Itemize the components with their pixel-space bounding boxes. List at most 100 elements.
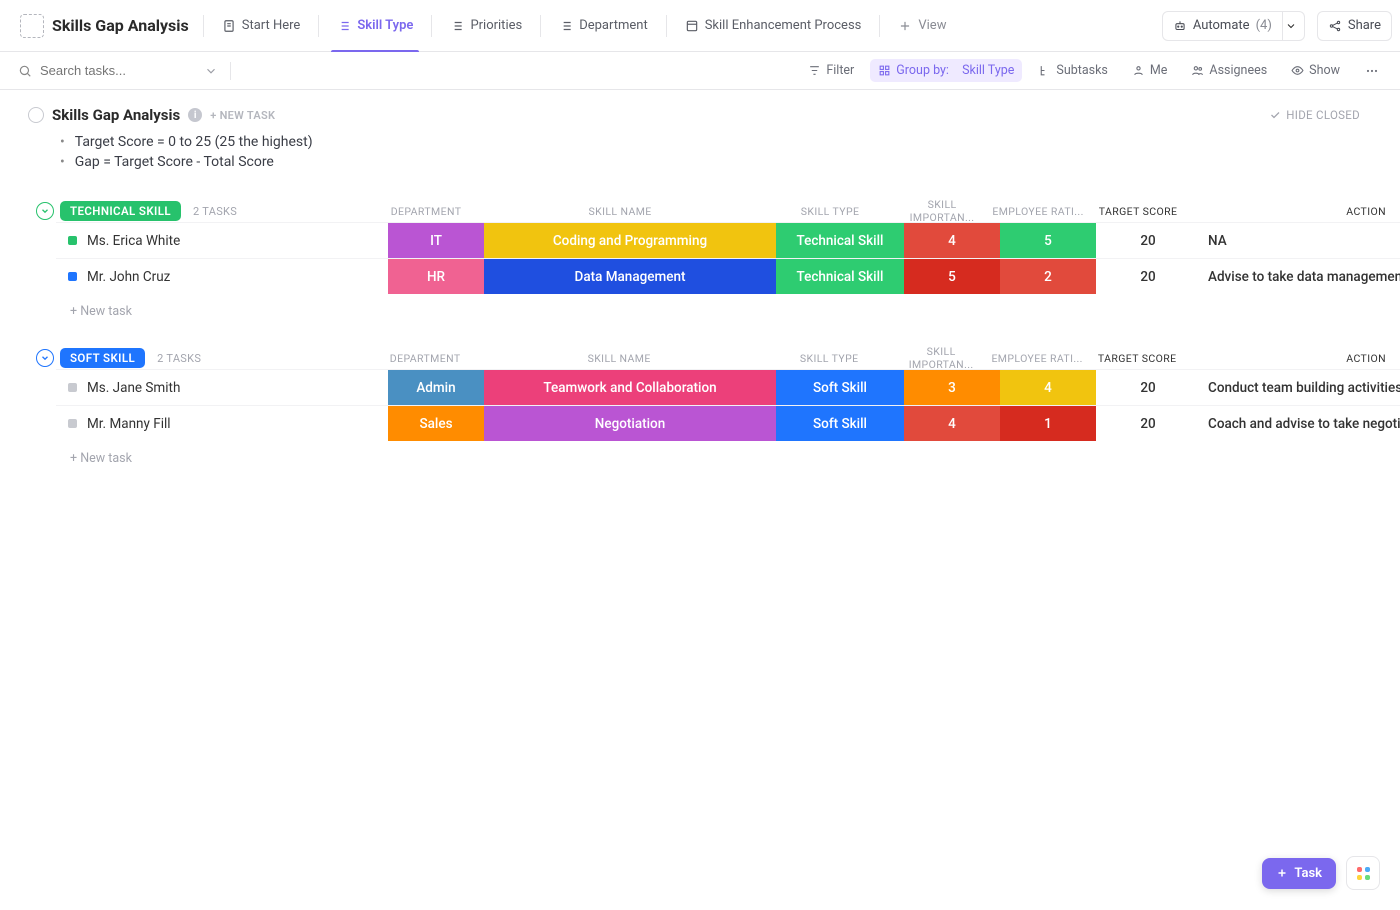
filter-icon <box>808 64 821 77</box>
col-department[interactable]: DEPARTMENT <box>377 352 473 365</box>
description-line: Gap = Target Score - Total Score <box>0 152 1400 172</box>
cell-employee-rating[interactable]: 1 <box>1000 406 1096 441</box>
group-rows: Ms. Jane Smith Admin Teamwork and Collab… <box>0 369 1400 441</box>
info-icon[interactable]: i <box>188 108 202 122</box>
space-icon[interactable] <box>20 14 44 38</box>
col-skill-name[interactable]: SKILL NAME <box>473 352 765 365</box>
cell-employee-rating[interactable]: 5 <box>1000 223 1096 258</box>
col-department[interactable]: DEPARTMENT <box>378 205 474 218</box>
group-header: Soft Skill 2 TASKS DEPARTMENT SKILL NAME… <box>0 347 1400 369</box>
col-skill-importance[interactable]: SKILL IMPORTAN... <box>893 345 989 371</box>
top-tab-bar: Skills Gap Analysis Start Here Skill Typ… <box>0 0 1400 52</box>
automate-count: (4) <box>1256 18 1272 33</box>
group-pill[interactable]: Soft Skill <box>60 348 145 368</box>
cell-department[interactable]: IT <box>388 223 484 258</box>
group-icon <box>878 64 891 77</box>
cell-target-score[interactable]: 20 <box>1096 406 1200 441</box>
collapse-toggle[interactable] <box>36 202 54 220</box>
col-action[interactable]: ACTION <box>1190 205 1400 218</box>
cell-skill-type[interactable]: Soft Skill <box>776 406 904 441</box>
space-title: Skills Gap Analysis <box>52 16 189 35</box>
cell-skill-name[interactable]: Teamwork and Collaboration <box>484 370 776 405</box>
cell-skill-importance[interactable]: 3 <box>904 370 1000 405</box>
cell-target-score[interactable]: 20 <box>1096 259 1200 294</box>
share-button[interactable]: Share <box>1317 11 1392 41</box>
cell-skill-importance[interactable]: 5 <box>904 259 1000 294</box>
cell-action[interactable]: Conduct team building activities. <box>1200 370 1400 405</box>
col-target-score[interactable]: TARGET SCORE <box>1085 352 1189 365</box>
show-button[interactable]: Show <box>1283 59 1348 82</box>
list-icon <box>337 19 351 33</box>
add-task-row[interactable]: + New task <box>0 294 1400 319</box>
new-task-fab[interactable]: Task <box>1262 858 1336 889</box>
apps-button[interactable] <box>1346 856 1380 890</box>
col-target-score[interactable]: TARGET SCORE <box>1086 205 1190 218</box>
board-icon <box>685 19 699 33</box>
people-icon <box>1191 64 1204 77</box>
col-skill-type[interactable]: SKILL TYPE <box>765 352 893 365</box>
cell-action[interactable]: Coach and advise to take negotiati <box>1200 406 1400 441</box>
tab-priorities[interactable]: Priorities <box>438 0 534 52</box>
collapse-toggle[interactable] <box>36 349 54 367</box>
task-name-cell[interactable]: Mr. Manny Fill <box>56 406 388 441</box>
filter-toolbar: Filter Group by: Skill Type Subtasks Me … <box>0 52 1400 90</box>
tab-skill-enhancement[interactable]: Skill Enhancement Process <box>673 0 874 52</box>
col-skill-name[interactable]: SKILL NAME <box>474 205 766 218</box>
cell-action[interactable]: NA <box>1200 223 1400 258</box>
task-name-cell[interactable]: Mr. John Cruz <box>56 259 388 294</box>
col-employee-rating[interactable]: EMPLOYEE RATI... <box>990 205 1086 218</box>
add-task-row[interactable]: + New task <box>0 441 1400 466</box>
cell-target-score[interactable]: 20 <box>1096 370 1200 405</box>
person-icon <box>1132 64 1145 77</box>
cell-skill-name[interactable]: Coding and Programming <box>484 223 776 258</box>
cell-department[interactable]: Admin <box>388 370 484 405</box>
cell-department[interactable]: HR <box>388 259 484 294</box>
cell-skill-importance[interactable]: 4 <box>904 406 1000 441</box>
automate-label: Automate <box>1193 18 1250 33</box>
status-circle-icon[interactable] <box>28 107 44 123</box>
task-row[interactable]: Mr. Manny Fill Sales Negotiation Soft Sk… <box>56 405 1400 441</box>
tab-skill-type[interactable]: Skill Type <box>325 0 425 52</box>
col-action[interactable]: ACTION <box>1189 352 1400 365</box>
col-skill-type[interactable]: SKILL TYPE <box>766 205 894 218</box>
search-field[interactable] <box>18 62 218 79</box>
task-row[interactable]: Ms. Erica White IT Coding and Programmin… <box>56 222 1400 258</box>
automate-button[interactable]: Automate (4) <box>1162 11 1283 41</box>
cell-skill-type[interactable]: Technical Skill <box>776 223 904 258</box>
hide-closed-button[interactable]: HIDE CLOSED <box>1269 108 1360 122</box>
cell-employee-rating[interactable]: 2 <box>1000 259 1096 294</box>
chevron-down-icon <box>40 353 50 363</box>
task-count: 2 TASKS <box>157 352 201 365</box>
cell-action[interactable]: Advise to take data management c <box>1200 259 1400 294</box>
add-view-button[interactable]: View <box>886 0 958 52</box>
task-count: 2 TASKS <box>193 205 237 218</box>
tab-department[interactable]: Department <box>547 0 660 52</box>
automate-menu-button[interactable] <box>1279 11 1305 41</box>
cell-skill-type[interactable]: Technical Skill <box>776 259 904 294</box>
cell-target-score[interactable]: 20 <box>1096 223 1200 258</box>
subtasks-button[interactable]: Subtasks <box>1030 59 1115 82</box>
cell-skill-name[interactable]: Negotiation <box>484 406 776 441</box>
cell-employee-rating[interactable]: 4 <box>1000 370 1096 405</box>
new-task-link[interactable]: + NEW TASK <box>210 109 275 122</box>
col-skill-importance[interactable]: SKILL IMPORTAN... <box>894 198 990 224</box>
col-employee-rating[interactable]: EMPLOYEE RATI... <box>989 352 1085 365</box>
filter-button[interactable]: Filter <box>800 59 862 82</box>
cell-department[interactable]: Sales <box>388 406 484 441</box>
assignees-button[interactable]: Assignees <box>1183 59 1275 82</box>
task-row[interactable]: Mr. John Cruz HR Data Management Technic… <box>56 258 1400 294</box>
task-row[interactable]: Ms. Jane Smith Admin Teamwork and Collab… <box>56 369 1400 405</box>
group-pill[interactable]: Technical Skill <box>60 201 181 221</box>
task-name-cell[interactable]: Ms. Jane Smith <box>56 370 388 405</box>
tab-start-here[interactable]: Start Here <box>210 0 313 52</box>
task-name-cell[interactable]: Ms. Erica White <box>56 223 388 258</box>
cell-skill-type[interactable]: Soft Skill <box>776 370 904 405</box>
search-input[interactable] <box>38 62 178 79</box>
groupby-button[interactable]: Group by: Skill Type <box>870 59 1022 82</box>
cell-skill-importance[interactable]: 4 <box>904 223 1000 258</box>
cell-skill-name[interactable]: Data Management <box>484 259 776 294</box>
chevron-down-icon[interactable] <box>204 64 218 78</box>
more-button[interactable] <box>1356 59 1388 83</box>
me-button[interactable]: Me <box>1124 59 1176 82</box>
list-title: Skills Gap Analysis <box>52 106 180 124</box>
